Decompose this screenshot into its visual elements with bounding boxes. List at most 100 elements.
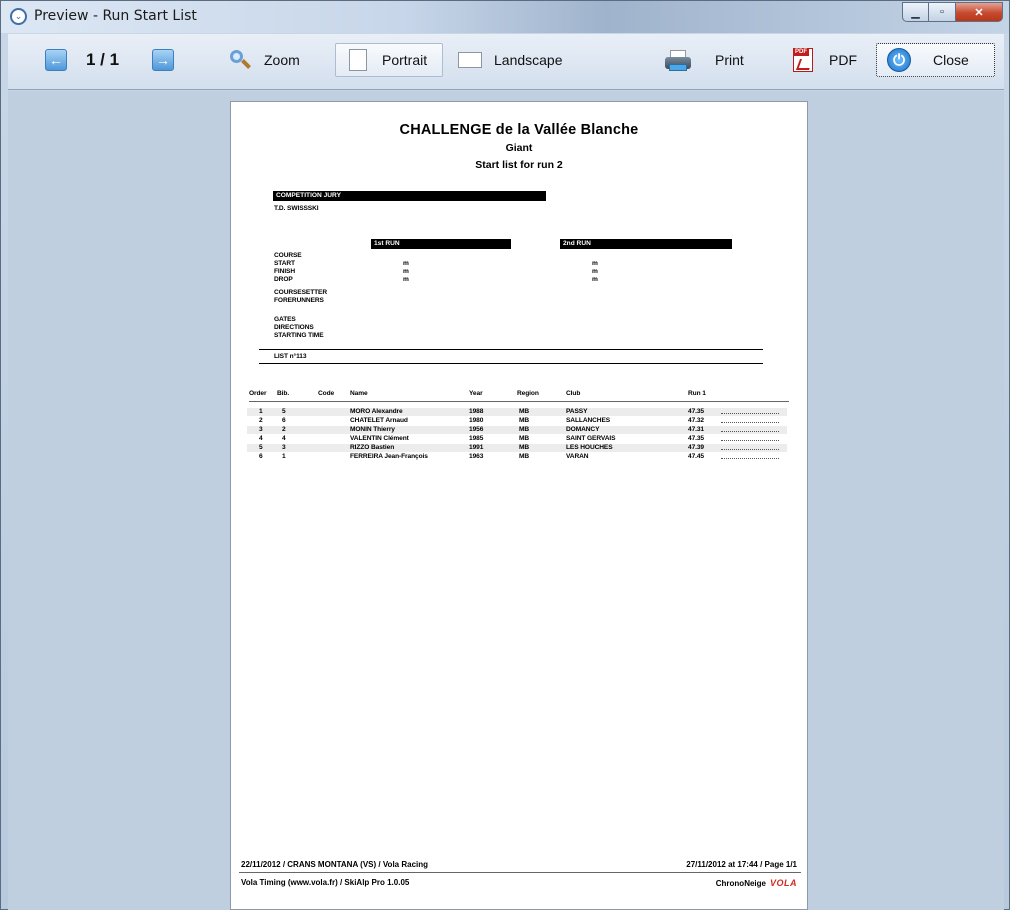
table-header-rule [249,401,789,402]
jury-header: COMPETITION JURY [273,191,546,201]
cell-order: 4 [259,435,263,442]
cell-order: 1 [259,408,263,415]
run2-time-placeholder [721,458,779,459]
cell-bib: 6 [282,417,286,424]
run2-header: 2nd RUN [560,239,732,249]
run1-units: m m m [403,260,409,283]
power-icon: ⏻ [887,48,911,72]
close-label: Close [933,52,969,68]
cell-region: MB [519,444,530,451]
portrait-label: Portrait [382,52,428,68]
cell-club: SALLANCHES [566,417,611,424]
portrait-button[interactable]: Portrait [335,43,443,77]
toolbar: ← 1 / 1 → Zoom Portrait Landscape Print [8,34,1004,90]
cell-region: MB [519,417,530,424]
printer-icon [663,48,693,72]
cell-run1: 47.31 [688,426,705,433]
arrow-right-icon: → [152,49,174,71]
cell-bib: 5 [282,408,286,415]
cell-bib: 4 [282,435,286,442]
run2-time-placeholder [721,431,779,432]
cell-year: 1980 [469,417,484,424]
report-title: CHALLENGE de la Vallée Blanche [399,122,639,138]
cell-name: MORO Alexandre [350,408,403,415]
cell-run1: 47.35 [688,435,705,442]
next-page-button[interactable]: → [152,43,174,77]
cell-name: MONIN Thierry [350,426,395,433]
magnifier-icon [228,48,252,72]
list-number: LIST n°113 [274,353,307,360]
print-button[interactable]: Print [663,43,773,77]
maximize-button[interactable]: ▫ [929,2,956,22]
app-icon: ⌄ [10,8,27,25]
arrow-left-icon: ← [45,49,67,71]
col-name: Name [350,390,368,397]
portrait-page-icon [346,48,370,72]
window-title: Preview - Run Start List [34,8,197,24]
minimize-button[interactable]: ▁ [902,2,929,22]
table-row: 6 1 FERREIRA Jean-François 1963 MB VARAN 47.45 [247,453,787,461]
window-close-button[interactable]: ✕ [956,2,1003,22]
pdf-icon [791,48,815,72]
cell-order: 6 [259,453,263,460]
footer-chrononeige: ChronoNeige [715,878,766,888]
col-bib: Bib. [277,390,290,397]
list-divider-bottom [259,363,763,364]
cell-bib: 2 [282,426,286,433]
list-divider-top [259,349,763,350]
run2-units: m m m [592,260,598,283]
run1-header: 1st RUN [371,239,511,249]
col-region: Region [517,390,539,397]
table-row: 5 3 RIZZO Bastien 1991 MB LES HOUCHES 47.39 [247,444,787,452]
footer-timestamp: 27/11/2012 at 17:44 / Page 1/1 [686,860,797,869]
col-code: Code [318,390,335,397]
cell-year: 1963 [469,453,484,460]
title-bar[interactable]: ⌄ Preview - Run Start List ▁ ▫ ✕ [1,1,1009,33]
run2-time-placeholder [721,449,779,450]
report-discipline: Giant [505,142,533,154]
cell-bib: 1 [282,453,286,460]
report-page: CHALLENGE de la Vallée Blanche Giant Sta… [230,101,808,910]
cell-name: CHATELET Arnaud [350,417,408,424]
pdf-label: PDF [829,52,857,68]
preview-area[interactable]: CHALLENGE de la Vallée Blanche Giant Sta… [8,91,1004,910]
cell-bib: 3 [282,444,286,451]
col-club: Club [566,390,581,397]
td-line: T.D. SWISSSKI [274,205,319,212]
zoom-button[interactable]: Zoom [220,43,332,77]
run2-time-placeholder [721,440,779,441]
cell-club: PASSY [566,408,588,415]
close-button[interactable]: ⏻ Close [876,43,995,77]
cell-region: MB [519,435,530,442]
vola-logo: VOLA [769,878,797,888]
col-order: Order [249,390,267,397]
course-labels: COURSE START FINISH DROP [274,252,302,283]
cell-name: RIZZO Bastien [350,444,395,451]
cell-region: MB [519,426,530,433]
footer-software: Vola Timing (www.vola.fr) / SkiAlp Pro 1… [241,878,410,887]
landscape-button[interactable]: Landscape [458,43,588,77]
cell-order: 2 [259,417,263,424]
report-subtitle: Start list for run 2 [475,159,563,171]
zoom-label: Zoom [264,52,300,68]
footer-rule [239,872,801,873]
previous-page-button[interactable]: ← [45,43,67,77]
cell-club: VARAN [566,453,589,460]
col-run1: Run 1 [688,390,706,397]
cell-club: SAINT GERVAIS [566,435,616,442]
cell-club: LES HOUCHES [566,444,613,451]
table-row: 3 2 MONIN Thierry 1956 MB DOMANCY 47.31 [247,426,787,434]
col-year: Year [469,390,483,397]
cell-name: VALENTIN Clément [350,435,409,442]
footer-event: 22/11/2012 / CRANS MONTANA (VS) / Vola R… [241,860,429,869]
cell-region: MB [519,453,530,460]
setter-labels: COURSESETTER FORERUNNERS [274,289,328,304]
caption-buttons: ▁ ▫ ✕ [902,2,1003,22]
landscape-label: Landscape [494,52,563,68]
gates-labels: GATES DIRECTIONS STARTING TIME [274,316,324,339]
cell-year: 1991 [469,444,484,451]
landscape-page-icon [458,48,482,72]
table-row: 1 5 MORO Alexandre 1988 MB PASSY 47.35 [247,408,787,416]
run2-time-placeholder [721,413,779,414]
pdf-button[interactable]: PDF [791,43,871,77]
